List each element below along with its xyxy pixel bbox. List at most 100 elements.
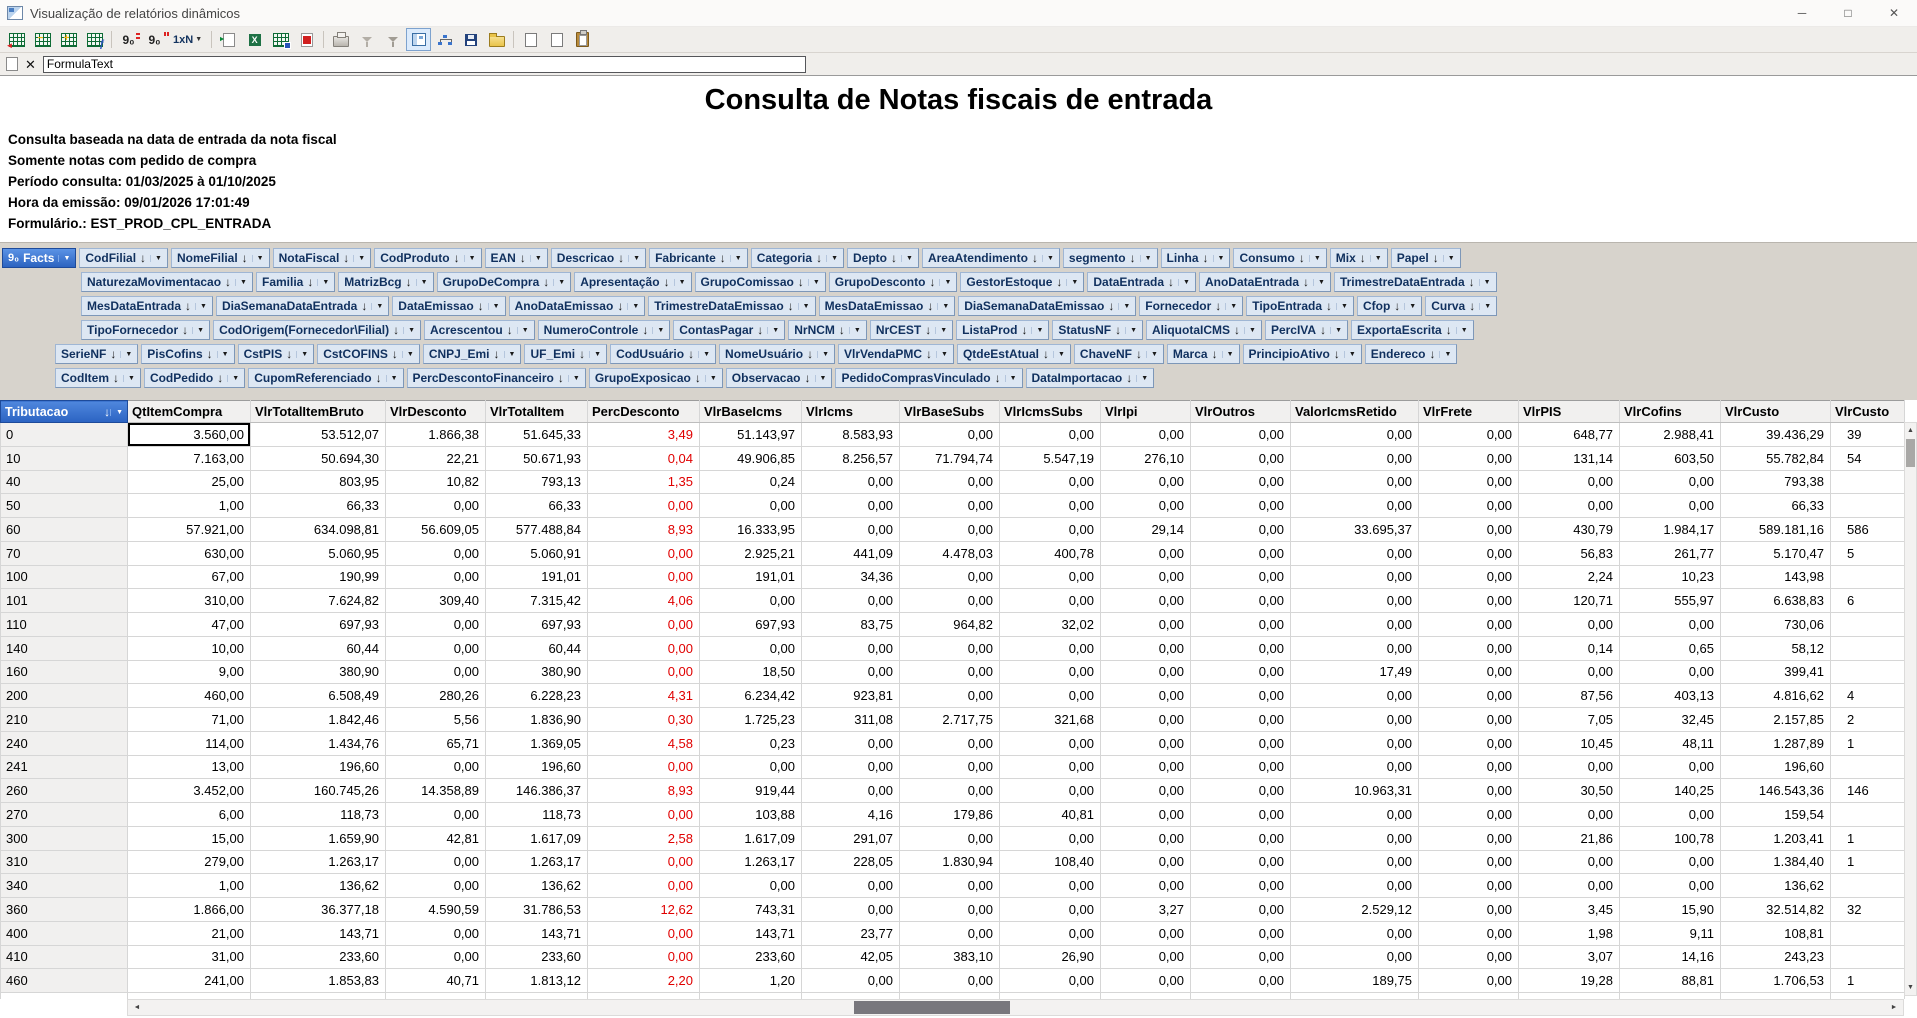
cell[interactable]: 0,00	[587, 635, 700, 661]
cell[interactable]: 0,00	[1418, 825, 1519, 851]
column-header-vlrbasesubs[interactable]: VlrBaseSubs	[899, 400, 1000, 423]
cell[interactable]: 88,81	[1619, 968, 1721, 993]
cell[interactable]: 0,00	[1418, 754, 1519, 780]
cell[interactable]: 0,00	[1190, 564, 1291, 590]
horizontal-scrollbar[interactable]: ◄ ►	[127, 999, 1904, 1016]
cell[interactable]: 0,00	[801, 968, 900, 993]
cell[interactable]: 0,00	[899, 517, 1000, 542]
cell[interactable]: 0,00	[385, 849, 486, 875]
cell[interactable]: 0,00	[1619, 849, 1721, 875]
cell[interactable]: 21,00	[127, 920, 251, 946]
cell[interactable]: 233,60	[485, 944, 588, 970]
cell[interactable]: 0,00	[1418, 564, 1519, 590]
dim-grupoexposicao[interactable]: GrupoExposicao ↓ ▼	[588, 368, 723, 388]
grid-formula-icon[interactable]	[82, 28, 107, 51]
cell[interactable]: 0,00	[587, 849, 700, 875]
cell[interactable]: 0,00	[1190, 754, 1291, 780]
cell[interactable]: 1.617,09	[485, 825, 588, 851]
cell[interactable]: 0,00	[999, 469, 1101, 495]
cell[interactable]: 8,93	[587, 778, 700, 803]
cell[interactable]: 10,23	[1619, 564, 1721, 590]
cell[interactable]: 0,00	[1190, 920, 1291, 946]
dim-diasemanadataemissao[interactable]: DiaSemanaDataEmissao ↓ ▼	[958, 296, 1137, 316]
dim-cnpj-emi[interactable]: CNPJ_Emi ↓ ▼	[422, 344, 522, 364]
scroll-up-icon[interactable]: ▲	[1905, 423, 1916, 438]
cell[interactable]: 31.786,53	[485, 897, 588, 922]
cell[interactable]: 1.842,46	[250, 707, 386, 732]
cell[interactable]: 0,23	[699, 730, 802, 756]
cell-clipped[interactable]	[1830, 469, 1905, 495]
dim-codfilial[interactable]: CodFilial ↓ ▼	[79, 248, 168, 268]
cell[interactable]: 32,02	[999, 612, 1101, 637]
cell[interactable]: 0,00	[1418, 873, 1519, 898]
cell[interactable]: 1,00	[127, 493, 251, 518]
cell[interactable]: 5.060,95	[250, 540, 386, 566]
cell[interactable]: 0,00	[1290, 802, 1419, 827]
cell[interactable]: 0,00	[1290, 754, 1419, 780]
cell[interactable]: 0,00	[385, 564, 486, 590]
dim-ean[interactable]: EAN ↓ ▼	[484, 248, 548, 268]
cell[interactable]: 26,90	[999, 944, 1101, 970]
cell[interactable]: 0,00	[1100, 754, 1191, 780]
cell[interactable]: 55.782,84	[1720, 445, 1831, 471]
cell[interactable]: 0,00	[1100, 778, 1191, 803]
cell[interactable]: 60,44	[485, 635, 588, 661]
cell[interactable]: 0,00	[801, 730, 900, 756]
cell[interactable]: 1.853,83	[250, 968, 386, 993]
cell-clipped[interactable]: 39	[1830, 422, 1905, 447]
cell[interactable]: 0,00	[1290, 707, 1419, 732]
dim-codproduto[interactable]: CodProduto ↓ ▼	[374, 248, 482, 268]
cell[interactable]: 30,50	[1518, 778, 1620, 803]
horizontal-scroll-thumb[interactable]	[854, 1001, 1010, 1014]
cell-clipped[interactable]	[1830, 659, 1905, 685]
cell[interactable]: 196,60	[250, 754, 386, 780]
dim-anodataentrada[interactable]: AnoDataEntrada ↓ ▼	[1198, 272, 1331, 292]
formula-input[interactable]	[42, 55, 806, 73]
dim-tipofornecedor[interactable]: TipoFornecedor ↓ ▼	[81, 320, 211, 340]
cell[interactable]: 25,00	[127, 469, 251, 495]
cell[interactable]: 33.695,37	[1290, 517, 1419, 542]
dim-contaspagar[interactable]: ContasPagar ↓ ▼	[673, 320, 786, 340]
cell[interactable]: 1.617,09	[699, 825, 802, 851]
cell[interactable]: 460,00	[127, 683, 251, 708]
row-header[interactable]: 200	[0, 683, 128, 708]
cell[interactable]: 233,60	[250, 944, 386, 970]
row-header[interactable]: 460	[0, 968, 128, 993]
cell[interactable]: 50.671,93	[485, 445, 588, 471]
cell[interactable]: 0,00	[1418, 635, 1519, 661]
cell[interactable]: 0,00	[1418, 730, 1519, 756]
column-header-vlricmssubs[interactable]: VlrIcmsSubs	[999, 400, 1101, 423]
cell[interactable]: 0,00	[385, 944, 486, 970]
cell[interactable]: 0,00	[1418, 920, 1519, 946]
cell[interactable]: 0,00	[1290, 612, 1419, 637]
cell[interactable]: 2.157,85	[1720, 707, 1831, 732]
grid-minus-icon[interactable]	[30, 28, 55, 51]
cell-clipped[interactable]	[1830, 564, 1905, 590]
cell[interactable]: 0,00	[999, 517, 1101, 542]
cell[interactable]: 7.315,42	[485, 588, 588, 613]
cell[interactable]: 9,11	[1619, 920, 1721, 946]
cell[interactable]: 143,98	[1720, 564, 1831, 590]
cell[interactable]: 0,04	[587, 445, 700, 471]
cell[interactable]: 0,00	[999, 754, 1101, 780]
cell[interactable]: 0,30	[587, 707, 700, 732]
cell[interactable]: 2,24	[1518, 564, 1620, 590]
row-header[interactable]: 260	[0, 778, 128, 803]
cell[interactable]: 0,00	[999, 564, 1101, 590]
dim-cupomreferenciado[interactable]: CupomReferenciado ↓ ▼	[248, 368, 404, 388]
cell[interactable]: 0,00	[1100, 469, 1191, 495]
cell[interactable]: 23,77	[801, 920, 900, 946]
row-header[interactable]: 160	[0, 659, 128, 685]
dim-nomefilial[interactable]: NomeFilial ↓ ▼	[170, 248, 270, 268]
dim-consumo[interactable]: Consumo ↓ ▼	[1233, 248, 1327, 268]
cell[interactable]: 1.725,23	[699, 707, 802, 732]
dim-mesdataemissao[interactable]: MesDataEmissao ↓ ▼	[818, 296, 956, 316]
row-header[interactable]: 100	[0, 564, 128, 590]
cell[interactable]: 0,00	[1190, 445, 1291, 471]
column-header-vlrdesconto[interactable]: VlrDesconto	[385, 400, 486, 423]
cell[interactable]: 36.377,18	[250, 897, 386, 922]
cell[interactable]: 5.170,47	[1720, 540, 1831, 566]
cell[interactable]: 0,00	[1619, 802, 1721, 827]
dim-matrizbcg[interactable]: MatrizBcg ↓ ▼	[338, 272, 434, 292]
filter-clear-icon[interactable]	[380, 28, 405, 51]
